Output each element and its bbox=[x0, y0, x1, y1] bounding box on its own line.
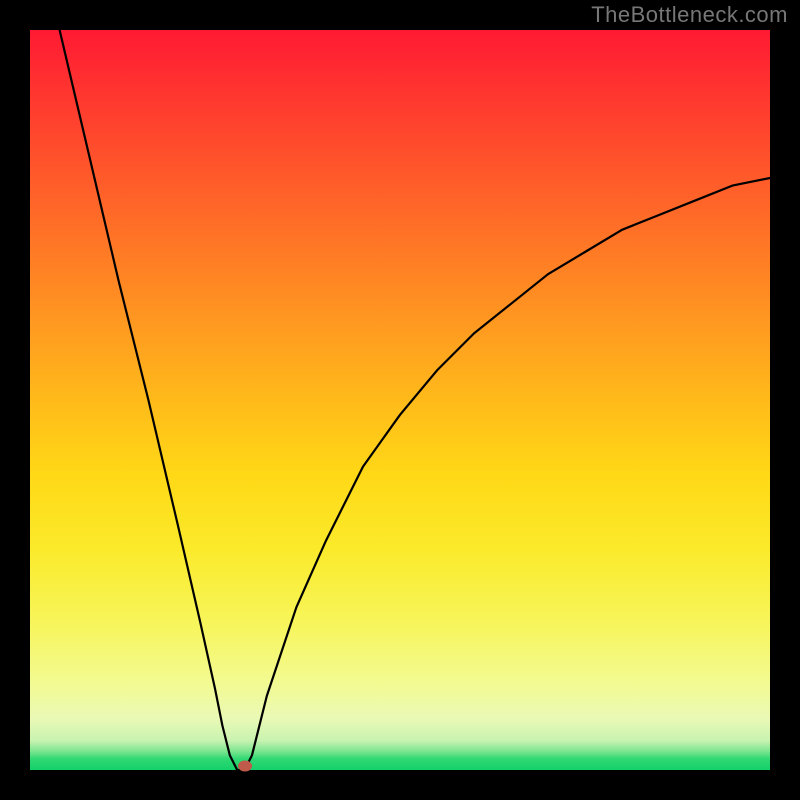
bottleneck-curve bbox=[30, 30, 770, 770]
optimal-point-marker bbox=[238, 761, 252, 772]
curve-path bbox=[60, 30, 770, 770]
plot-area bbox=[30, 30, 770, 770]
chart-frame: TheBottleneck.com bbox=[0, 0, 800, 800]
watermark-text: TheBottleneck.com bbox=[591, 2, 788, 28]
